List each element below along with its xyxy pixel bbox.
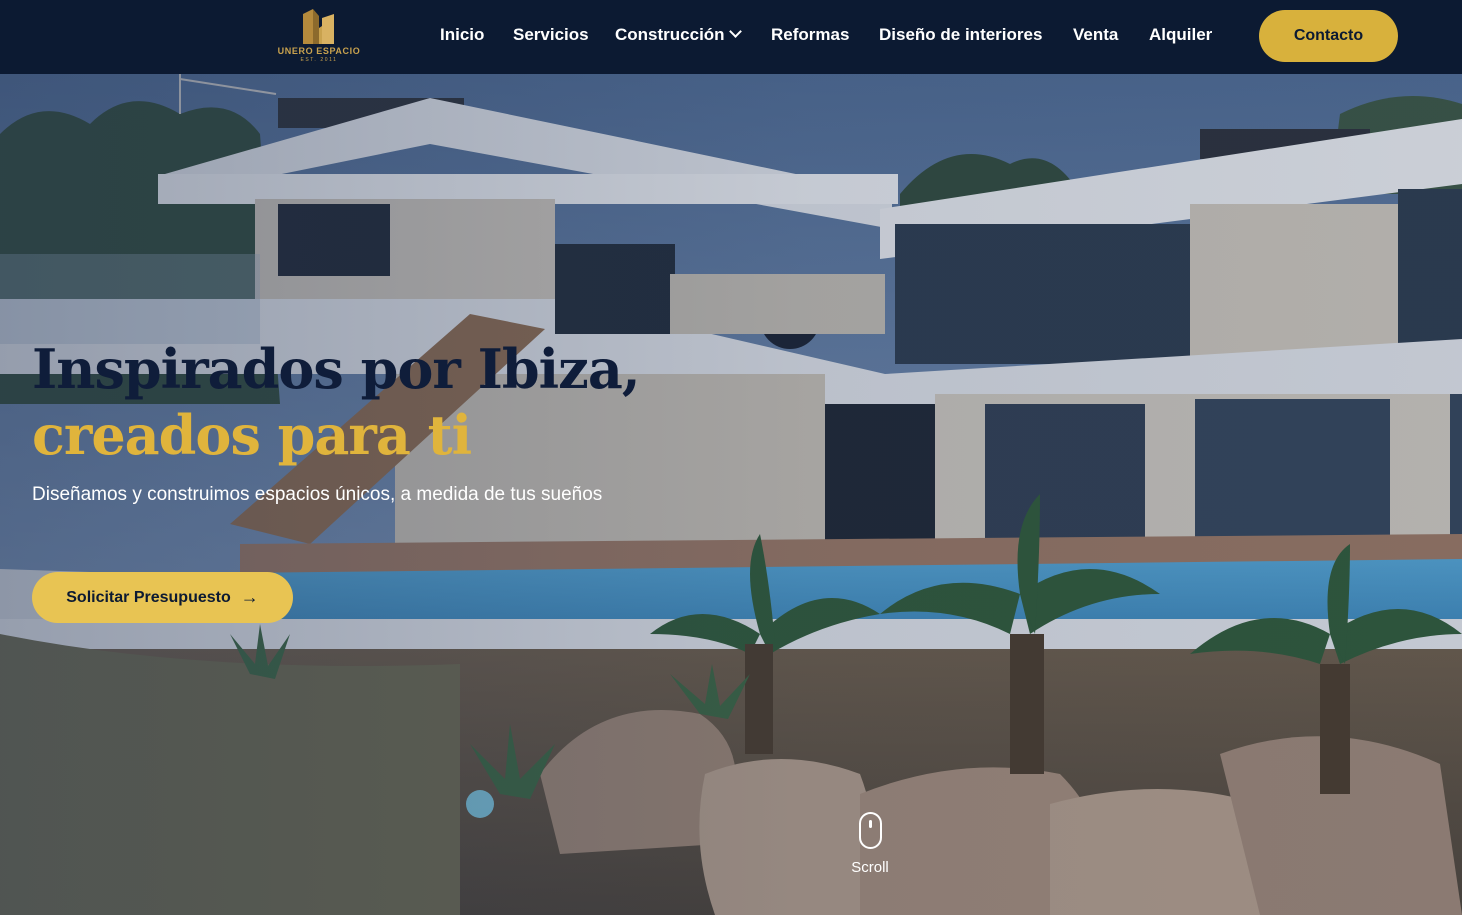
scroll-indicator[interactable]: Scroll — [840, 812, 900, 876]
arrow-right-icon: → — [240, 587, 259, 607]
hero-subtitle: Diseñamos y construimos espacios únicos,… — [32, 484, 603, 505]
nav-item-reformas[interactable]: Reformas — [771, 25, 849, 45]
nav-item-construccion-label: Construcción — [615, 25, 725, 44]
nav-item-inicio[interactable]: Inicio — [440, 25, 484, 45]
brand-name: UNERO ESPACIO — [277, 46, 361, 56]
brand-established: EST. 2011 — [300, 57, 338, 63]
hero-section: Inspirados por Ibiza, creados para ti Di… — [0, 74, 1462, 915]
site-header: UNERO ESPACIO EST. 2011 Inicio Servicios… — [0, 0, 1462, 74]
chevron-down-icon — [728, 25, 742, 38]
nav-item-diseno-interiores[interactable]: Diseño de interiores — [879, 25, 1042, 45]
hero-title-line1: Inspirados por Ibiza, — [32, 337, 641, 401]
hero-title-line2: creados para ti — [32, 403, 472, 467]
mouse-icon — [858, 812, 882, 849]
hero-headline: Inspirados por Ibiza, creados para ti — [32, 336, 641, 468]
nav-item-construccion[interactable]: Construcción — [615, 25, 742, 45]
request-quote-label: Solicitar Presupuesto — [66, 588, 231, 606]
scroll-label: Scroll — [851, 859, 889, 876]
contact-button[interactable]: Contacto — [1259, 10, 1398, 62]
nav-item-alquiler[interactable]: Alquiler — [1149, 25, 1212, 45]
nav-item-venta[interactable]: Venta — [1073, 25, 1118, 45]
nav-item-servicios[interactable]: Servicios — [513, 25, 589, 45]
brand-logo[interactable]: UNERO ESPACIO EST. 2011 — [272, 8, 366, 66]
house-outline-logo-icon — [303, 9, 334, 44]
request-quote-button[interactable]: Solicitar Presupuesto → — [32, 572, 293, 623]
